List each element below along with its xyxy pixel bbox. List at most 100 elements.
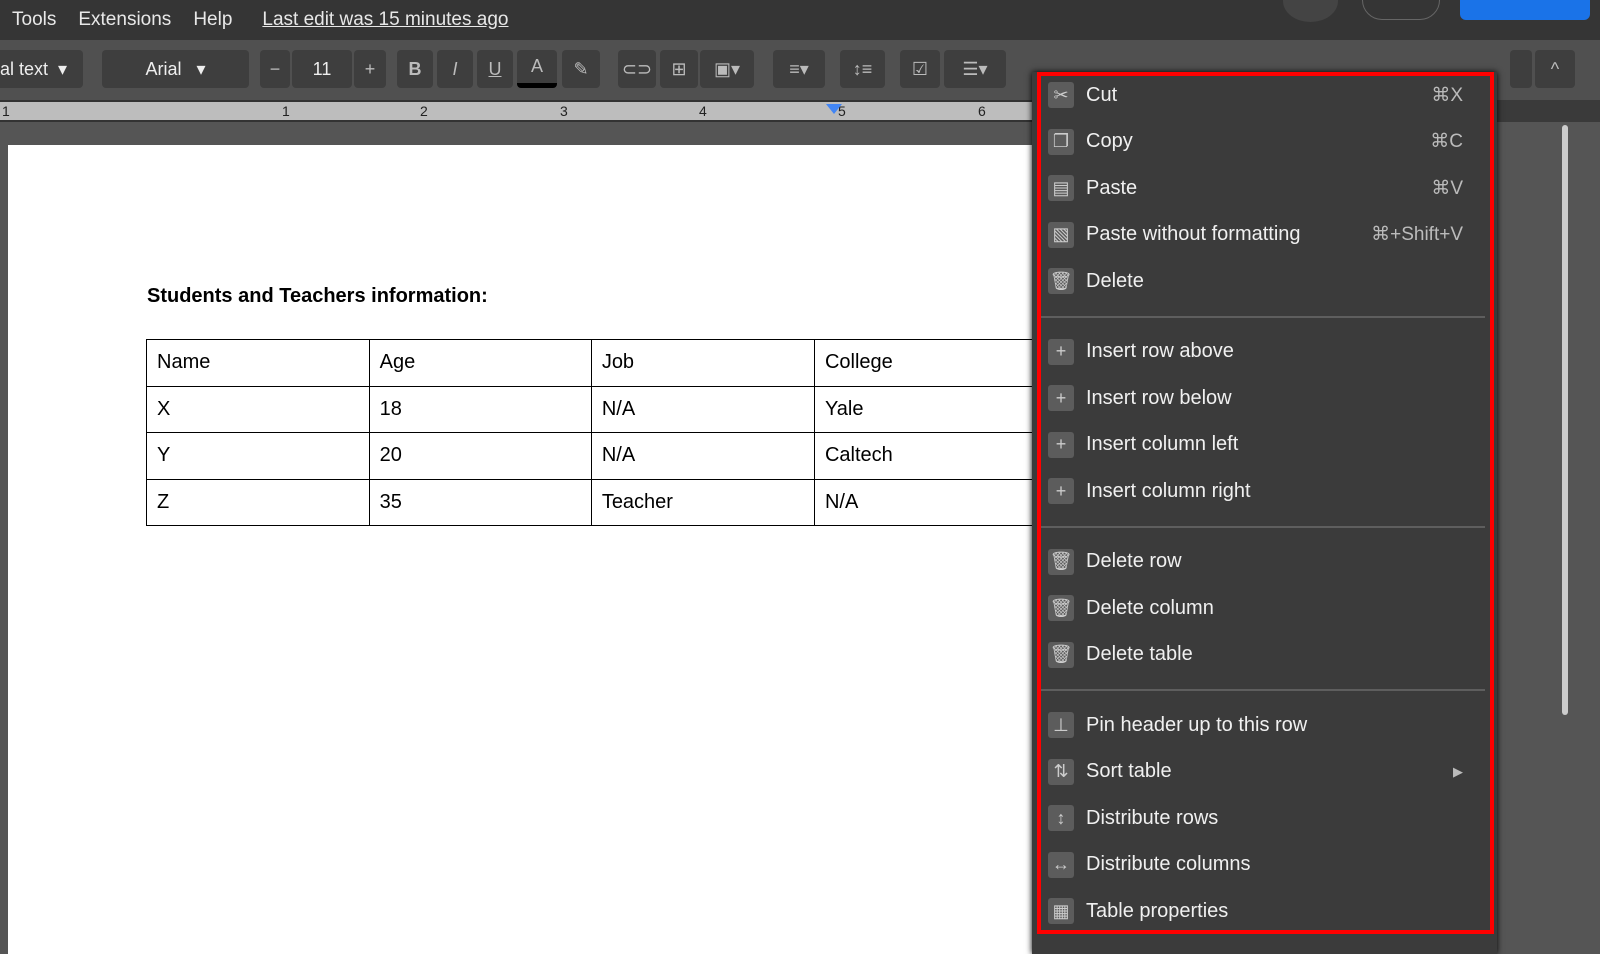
menu-item-insert-column-right[interactable]: + Insert column right xyxy=(1032,468,1497,514)
edit-mode-icon[interactable] xyxy=(1510,50,1532,88)
table-cell[interactable]: N/A xyxy=(813,478,1039,526)
copy-icon: ❐ xyxy=(1048,128,1074,155)
table-cell[interactable]: College xyxy=(813,339,1039,387)
menu-item-paste-without-formatting[interactable]: ▧ Paste without formatting ⌘+Shift+V xyxy=(1032,212,1497,258)
menu-separator xyxy=(1040,315,1485,318)
italic-button[interactable]: I xyxy=(437,50,473,88)
font-select[interactable]: Arial ▾ xyxy=(102,50,249,88)
menu-item-insert-row-above[interactable]: + Insert row above xyxy=(1032,329,1497,375)
menu-item-sort-table[interactable]: ⇅ Sort table ▶ xyxy=(1032,749,1497,795)
table-cell[interactable]: Name xyxy=(146,339,370,387)
table-cell[interactable]: 18 xyxy=(368,385,592,433)
menu-item-table-properties[interactable]: ▦ Table properties xyxy=(1032,888,1497,934)
underline-button[interactable]: U xyxy=(477,50,513,88)
menu-tools[interactable]: Tools xyxy=(12,9,56,31)
submenu-arrow-icon: ▶ xyxy=(1453,763,1463,779)
ruler-label: 6 xyxy=(978,103,986,119)
align-icon[interactable]: ≡▾ xyxy=(773,50,825,88)
menu-item-label: Paste without formatting xyxy=(1086,223,1301,245)
table-cell[interactable]: Y xyxy=(146,432,370,480)
menu-bar: Tools Extensions Help Last edit was 15 m… xyxy=(0,0,1600,40)
menu-item-distribute-columns[interactable]: ↔ Distribute columns xyxy=(1032,842,1497,888)
ruler-label: 1 xyxy=(2,103,10,119)
menu-item-delete[interactable]: 🗑 Delete xyxy=(1032,258,1497,304)
font-size-input[interactable]: 11 xyxy=(292,50,352,88)
menu-item-label: Cut xyxy=(1086,83,1118,106)
data-table[interactable]: Name Age Job College X 18 N/A Yale Y 20 N/A Caltech… xyxy=(146,339,1039,526)
table-cell[interactable]: X xyxy=(146,385,370,433)
ruler-label: 2 xyxy=(420,103,428,119)
ruler-label: 1 xyxy=(282,103,290,119)
table-cell[interactable]: Job xyxy=(590,339,815,387)
menu-item-label: Delete table xyxy=(1086,643,1193,665)
highlight-icon[interactable]: ✎ xyxy=(562,50,600,88)
menu-item-label: Delete xyxy=(1086,269,1144,292)
image-icon[interactable]: ▣▾ xyxy=(700,50,754,88)
menu-item-label: Distribute rows xyxy=(1086,806,1219,829)
checklist-icon[interactable]: ☑ xyxy=(900,50,940,88)
document-page[interactable]: Students and Teachers information: Name A… xyxy=(8,145,1039,954)
table-cell[interactable]: Yale xyxy=(813,385,1039,433)
last-edit-link[interactable]: Last edit was 15 minutes ago xyxy=(262,9,508,31)
table-cell[interactable]: Age xyxy=(368,339,592,387)
menu-item-label: Paste xyxy=(1086,176,1138,199)
menu-item-delete-row[interactable]: 🗑 Delete row xyxy=(1032,539,1497,585)
context-menu: ✂ Cut ⌘X ❐ Copy ⌘C ▤ Paste ⌘V ▧ Paste without form… xyxy=(1032,72,1497,954)
pin-icon: ⊥ xyxy=(1048,712,1074,738)
text-color-button[interactable]: A xyxy=(517,50,557,88)
menu-item-paste[interactable]: ▤ Paste ⌘V xyxy=(1032,165,1497,211)
table-cell[interactable]: 20 xyxy=(368,432,592,480)
plus-icon: + xyxy=(1048,478,1074,504)
menu-item-copy[interactable]: ❐ Copy ⌘C xyxy=(1032,119,1497,165)
font-size-decrease[interactable]: − xyxy=(260,50,290,88)
link-icon[interactable]: ⊂⊃ xyxy=(618,50,656,88)
menu-item-shortcut: ⌘C xyxy=(1430,131,1463,152)
paste-plain-icon: ▧ xyxy=(1048,221,1074,248)
style-select[interactable]: al text ▾ xyxy=(0,50,83,88)
menu-item-shortcut: ⌘V xyxy=(1431,177,1463,199)
font-size-increase[interactable]: + xyxy=(354,50,386,88)
table-row: Z 35 Teacher N/A xyxy=(146,478,1039,526)
menu-item-insert-row-below[interactable]: + Insert row below xyxy=(1032,375,1497,421)
menu-item-insert-column-left[interactable]: + Insert column left xyxy=(1032,422,1497,468)
menu-item-label: Insert row below xyxy=(1086,386,1232,409)
distribute-columns-icon: ↔ xyxy=(1048,851,1074,878)
menu-item-delete-table[interactable]: 🗑 Delete table xyxy=(1032,632,1497,678)
menu-item-delete-column[interactable]: 🗑 Delete column xyxy=(1032,585,1497,631)
menu-item-label: Distribute columns xyxy=(1086,853,1251,875)
table-row: Y 20 N/A Caltech xyxy=(146,432,1039,480)
table-row: Name Age Job College xyxy=(146,339,1039,387)
table-cell[interactable]: N/A xyxy=(590,385,815,433)
document-heading: Students and Teachers information: xyxy=(147,285,488,307)
menu-item-distribute-rows[interactable]: ↕ Distribute rows xyxy=(1032,795,1497,841)
share-button[interactable] xyxy=(1460,0,1590,20)
menu-item-cut[interactable]: ✂ Cut ⌘X xyxy=(1032,72,1497,118)
table-cell[interactable]: Z xyxy=(146,478,370,526)
sort-icon: ⇅ xyxy=(1048,758,1074,785)
menu-extensions[interactable]: Extensions xyxy=(78,9,171,31)
table-cell[interactable]: Teacher xyxy=(590,478,815,526)
clipboard-icon: ▤ xyxy=(1048,175,1074,201)
table-cell[interactable]: N/A xyxy=(590,432,815,480)
menu-item-label: Copy xyxy=(1086,130,1133,152)
menu-help[interactable]: Help xyxy=(193,9,232,31)
scrollbar[interactable] xyxy=(1562,125,1568,715)
bold-button[interactable]: B xyxy=(397,50,433,88)
table-cell[interactable]: Caltech xyxy=(813,432,1039,480)
menu-item-pin-header-up-to-this-row[interactable]: ⊥ Pin header up to this row xyxy=(1032,702,1497,748)
ruler-label: 4 xyxy=(699,103,707,119)
collapse-icon[interactable]: ^ xyxy=(1535,50,1575,88)
table-cell[interactable]: 35 xyxy=(368,478,592,526)
bullet-list-icon[interactable]: ☰▾ xyxy=(944,50,1006,88)
line-spacing-icon[interactable]: ↕≡ xyxy=(840,50,885,88)
menu-separator xyxy=(1040,525,1485,528)
indent-marker[interactable] xyxy=(826,104,842,114)
comment-icon[interactable]: ⊞ xyxy=(660,50,698,88)
plus-icon: + xyxy=(1048,431,1074,458)
style-value: al text xyxy=(0,58,49,79)
trash-icon: 🗑 xyxy=(1048,641,1074,668)
menu-item-shortcut: ⌘X xyxy=(1431,84,1463,106)
ruler[interactable]: 1 1 2 3 4 5 6 xyxy=(0,100,1050,122)
meet-button[interactable] xyxy=(1362,0,1440,20)
trash-icon: 🗑 xyxy=(1048,548,1074,575)
